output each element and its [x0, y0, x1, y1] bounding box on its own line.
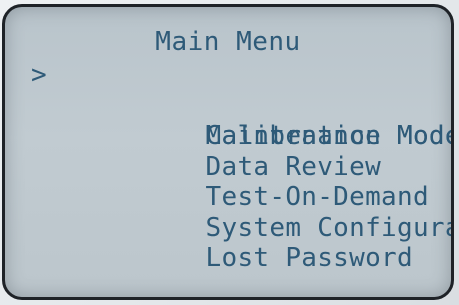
lcd-frame: Main Menu > Calibration Mode Maintenance… [2, 4, 454, 300]
menu-item-test-on-demand[interactable]: Test-On-Demand [31, 152, 451, 212]
menu-item-lost-password[interactable]: Lost Password [31, 213, 451, 273]
menu-item-maintenance-mode[interactable]: Maintenance Mode [31, 91, 451, 151]
menu-item-system-configuration[interactable]: System Configuration [31, 182, 451, 243]
main-menu-list: > Calibration Mode Maintenance Mode Data… [31, 60, 451, 273]
device-bezel: Main Menu > Calibration Mode Maintenance… [0, 0, 459, 305]
selection-cursor-icon: > [31, 60, 47, 90]
menu-title: Main Menu [155, 27, 301, 57]
menu-item-label: Lost Password [205, 243, 413, 273]
menu-item-calibration-mode[interactable]: > Calibration Mode [31, 60, 451, 151]
lcd-screen: Main Menu > Calibration Mode Maintenance… [5, 7, 451, 297]
menu-item-data-review[interactable]: Data Review [31, 121, 451, 182]
